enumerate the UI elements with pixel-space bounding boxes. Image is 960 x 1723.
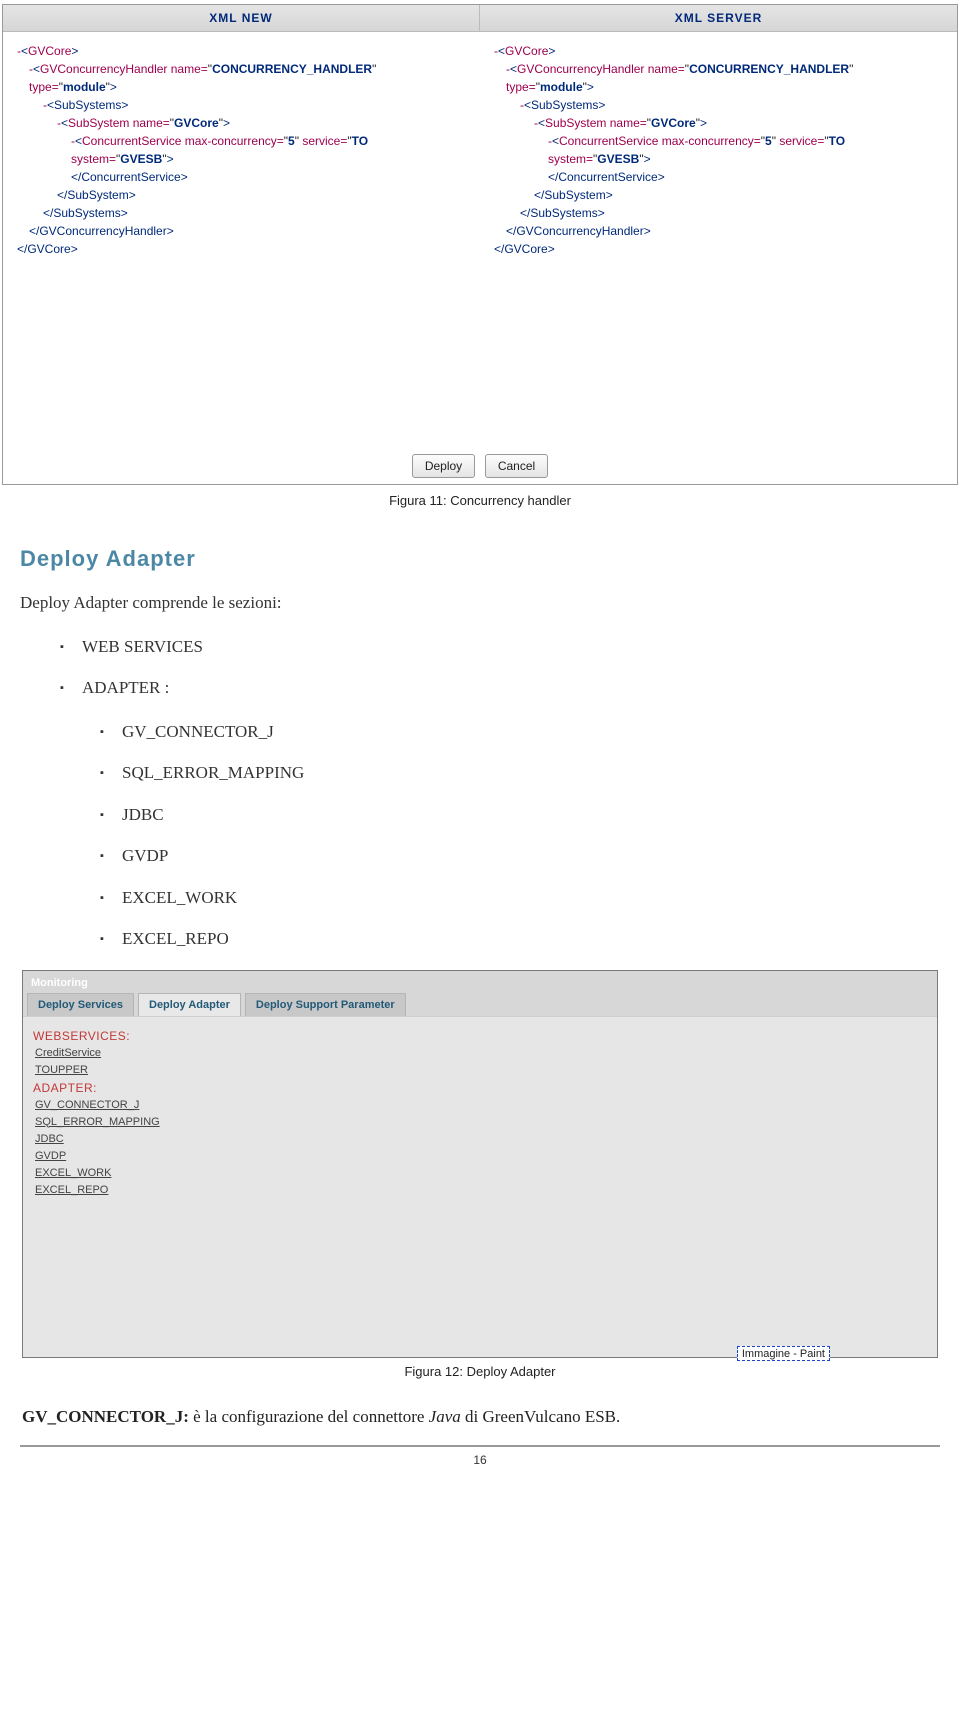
category-adapter: ADAPTER:: [33, 1081, 927, 1095]
sub-bullet-gv-connector-j: GV_CONNECTOR_J: [100, 719, 940, 745]
link-gvdp[interactable]: GVDP: [35, 1150, 927, 1162]
link-toupper[interactable]: TOUPPER: [35, 1064, 927, 1076]
link-jdbc[interactable]: JDBC: [35, 1133, 927, 1145]
gv-connector-description: GV_CONNECTOR_J: è la configurazione del …: [22, 1407, 938, 1427]
link-gv-connector-j[interactable]: GV_CONNECTOR_J: [35, 1099, 927, 1111]
sub-bullet-gvdp: GVDP: [100, 843, 940, 869]
deploy-button[interactable]: Deploy: [412, 454, 475, 478]
link-sql-error-mapping[interactable]: SQL_ERROR_MAPPING: [35, 1116, 927, 1128]
sub-bullet-jdbc: JDBC: [100, 802, 940, 828]
link-excel-repo[interactable]: EXCEL_REPO: [35, 1184, 927, 1196]
tab-deploy-services[interactable]: Deploy Services: [27, 993, 134, 1016]
tab-deploy-adapter[interactable]: Deploy Adapter: [138, 993, 241, 1016]
xml-compare-panel: XML NEW -<GVCore> -<GVConcurrencyHandler…: [2, 4, 958, 485]
bullet-adapter: ADAPTER :: [60, 675, 940, 701]
figure-12-caption: Figura 12: Deploy Adapter: [0, 1364, 960, 1379]
sub-bullet-excel-work: EXCEL_WORK: [100, 885, 940, 911]
intro-text: Deploy Adapter comprende le sezioni:: [20, 590, 940, 616]
figure-12-panel: Monitoring Deploy Services Deploy Adapte…: [22, 970, 938, 1358]
sub-bullet-excel-repo: EXCEL_REPO: [100, 926, 940, 952]
link-excel-work[interactable]: EXCEL_WORK: [35, 1167, 927, 1179]
xml-server-header: XML SERVER: [480, 5, 957, 32]
page-number: 16: [0, 1453, 960, 1467]
cancel-button[interactable]: Cancel: [485, 454, 548, 478]
link-creditservice[interactable]: CreditService: [35, 1047, 927, 1059]
tab-deploy-support-parameter[interactable]: Deploy Support Parameter: [245, 993, 406, 1016]
paint-overlay-tag: Immagine - Paint: [737, 1346, 830, 1361]
footer-divider: [20, 1445, 940, 1447]
section-heading-deploy-adapter: Deploy Adapter: [20, 546, 940, 572]
bullet-web-services: WEB SERVICES: [60, 634, 940, 660]
xml-new-body: -<GVCore> -<GVConcurrencyHandler name="C…: [3, 32, 480, 264]
category-webservices: WEBSERVICES:: [33, 1029, 927, 1043]
figure-11-caption: Figura 11: Concurrency handler: [0, 493, 960, 508]
sub-bullet-sql-error-mapping: SQL_ERROR_MAPPING: [100, 760, 940, 786]
xml-server-body: -<GVCore> -<GVConcurrencyHandler name="C…: [480, 32, 957, 264]
xml-new-header: XML NEW: [3, 5, 480, 32]
breadcrumb-monitoring: Monitoring: [23, 971, 937, 993]
